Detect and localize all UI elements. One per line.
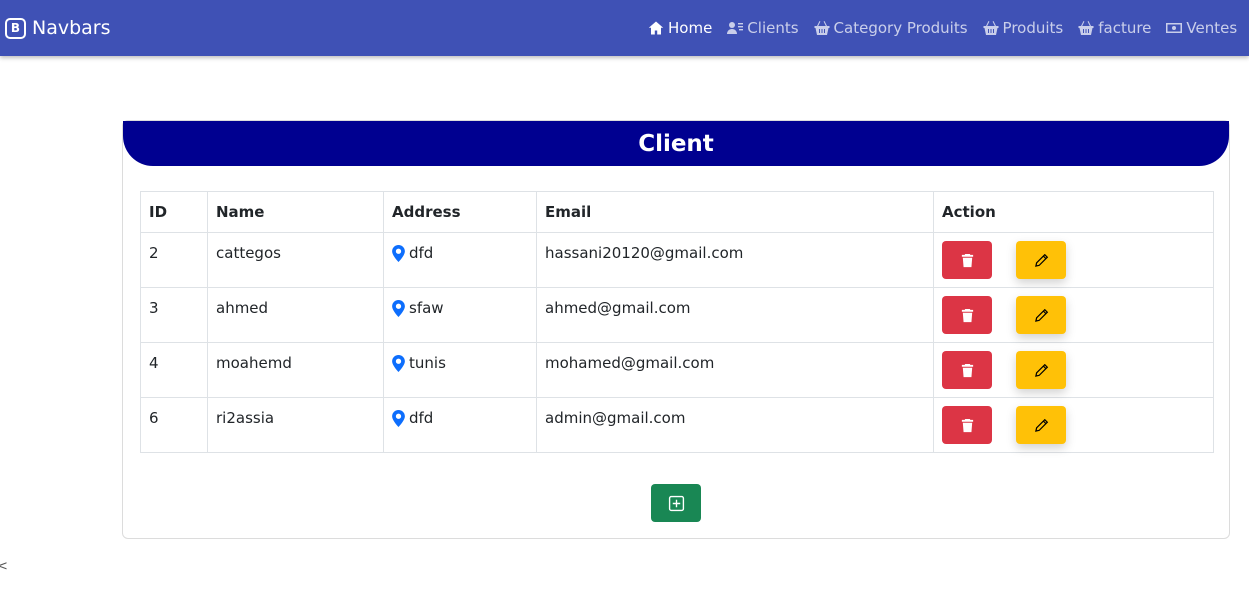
- nav-link-facture[interactable]: facture: [1078, 19, 1151, 37]
- cell-id: 4: [140, 342, 208, 398]
- column-header-name: Name: [207, 191, 384, 233]
- plus-square-icon: [668, 495, 684, 511]
- cell-id: 6: [140, 397, 208, 453]
- table-row: 4 moahemd tunis mohamed@gmail.com: [140, 342, 1214, 398]
- cell-email: mohamed@gmail.com: [536, 342, 934, 398]
- trash-icon: [961, 253, 973, 267]
- table-header-row: ID Name Address Email Action: [140, 191, 1214, 233]
- address-text: tunis: [409, 354, 446, 372]
- cell-action: [933, 397, 1214, 453]
- add-client-button[interactable]: [651, 484, 701, 522]
- cell-name: cattegos: [207, 232, 384, 288]
- nav-link-label: Clients: [747, 19, 799, 37]
- house-icon: [648, 21, 664, 35]
- delete-button[interactable]: [942, 241, 992, 279]
- cell-name: moahemd: [207, 342, 384, 398]
- geo-pin-icon: [392, 244, 405, 262]
- cell-action: [933, 342, 1214, 398]
- cell-id: 3: [140, 287, 208, 343]
- stray-glyph: <: [0, 559, 8, 574]
- pencil-icon: [1034, 418, 1048, 432]
- nav-link-home[interactable]: Home: [648, 19, 712, 37]
- cell-email: hassani20120@gmail.com: [536, 232, 934, 288]
- geo-pin-icon: [392, 299, 405, 317]
- nav-link-ventes[interactable]: Ventes: [1166, 19, 1237, 37]
- edit-button[interactable]: [1016, 296, 1066, 334]
- cell-email: admin@gmail.com: [536, 397, 934, 453]
- nav-link-label: Produits: [1002, 19, 1064, 37]
- cell-action: [933, 287, 1214, 343]
- cell-name: ahmed: [207, 287, 384, 343]
- nav-link-label: Category Produits: [833, 19, 968, 37]
- pencil-icon: [1034, 253, 1048, 267]
- basket-icon: [983, 21, 999, 35]
- cell-address: dfd: [383, 232, 537, 288]
- basket-icon: [814, 21, 830, 35]
- basket-icon: [1078, 21, 1094, 35]
- table-row: 3 ahmed sfaw ahmed@gmail.com: [140, 287, 1214, 343]
- nav-link-label: Home: [668, 19, 713, 37]
- nav-link-label: facture: [1098, 19, 1152, 37]
- card-title: Client: [123, 121, 1229, 166]
- client-card: Client ID Name Address Email Action 2 ca…: [122, 120, 1230, 539]
- client-table: ID Name Address Email Action 2 cattegos …: [140, 191, 1214, 453]
- trash-icon: [961, 308, 973, 322]
- person-lines-icon: [727, 22, 744, 34]
- trash-icon: [961, 418, 973, 432]
- column-header-action: Action: [933, 191, 1214, 233]
- geo-pin-icon: [392, 354, 405, 372]
- cell-email: ahmed@gmail.com: [536, 287, 934, 343]
- column-header-address: Address: [383, 191, 537, 233]
- delete-button[interactable]: [942, 351, 992, 389]
- pencil-icon: [1034, 308, 1048, 322]
- pencil-icon: [1034, 363, 1048, 377]
- delete-button[interactable]: [942, 296, 992, 334]
- cell-address: tunis: [383, 342, 537, 398]
- navbar-brand[interactable]: B Navbars: [5, 17, 111, 39]
- nav-link-label: Ventes: [1186, 19, 1238, 37]
- bootstrap-logo-icon: B: [5, 17, 26, 39]
- column-header-id: ID: [140, 191, 208, 233]
- cash-icon: [1166, 23, 1183, 33]
- edit-button[interactable]: [1016, 241, 1066, 279]
- nav-link-category-produits[interactable]: Category Produits: [814, 19, 968, 37]
- cell-address: sfaw: [383, 287, 537, 343]
- cell-address: dfd: [383, 397, 537, 453]
- nav-link-clients[interactable]: Clients: [727, 19, 799, 37]
- nav-link-produits[interactable]: Produits: [983, 19, 1064, 37]
- edit-button[interactable]: [1016, 406, 1066, 444]
- cell-name: ri2assia: [207, 397, 384, 453]
- geo-pin-icon: [392, 409, 405, 427]
- address-text: dfd: [409, 244, 434, 262]
- brand-label: Navbars: [32, 17, 111, 39]
- trash-icon: [961, 363, 973, 377]
- table-row: 6 ri2assia dfd admin@gmail.com: [140, 397, 1214, 453]
- cell-id: 2: [140, 232, 208, 288]
- delete-button[interactable]: [942, 406, 992, 444]
- address-text: dfd: [409, 409, 434, 427]
- cell-action: [933, 232, 1214, 288]
- navbar: B Navbars Home Clients Category Produits…: [0, 0, 1249, 56]
- address-text: sfaw: [409, 299, 444, 317]
- table-row: 2 cattegos dfd hassani20120@gmail.com: [140, 232, 1214, 288]
- edit-button[interactable]: [1016, 351, 1066, 389]
- nav-links: Home Clients Category Produits Produits …: [648, 0, 1249, 56]
- column-header-email: Email: [536, 191, 934, 233]
